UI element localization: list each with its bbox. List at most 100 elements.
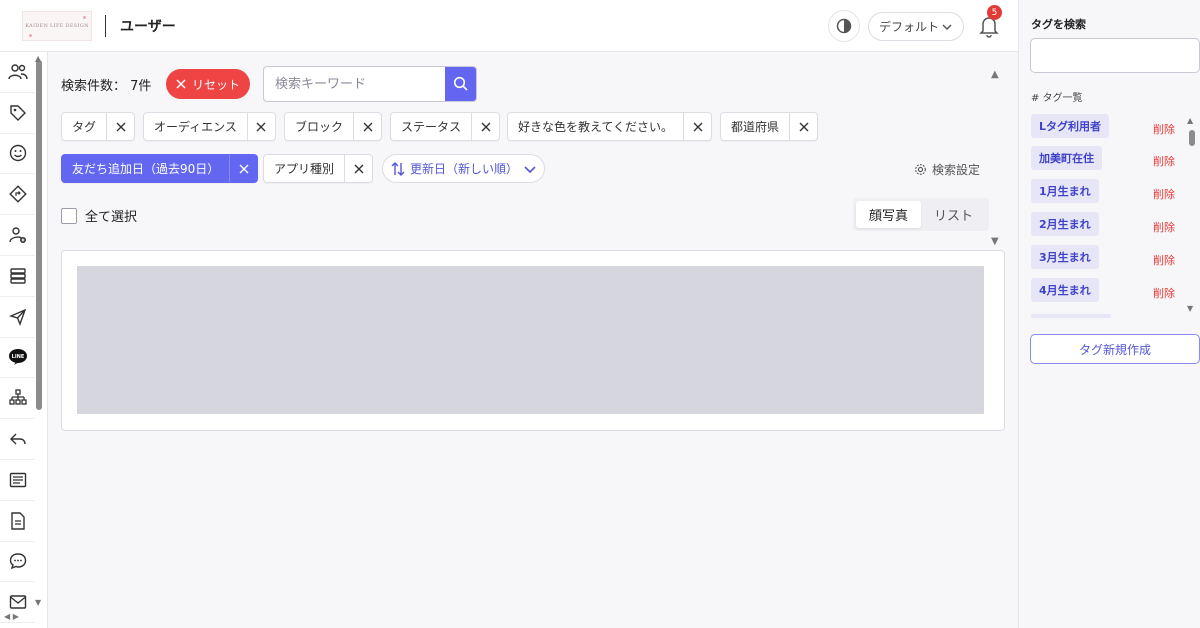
- filter-chip-friend-added-date[interactable]: 友だち追加日（過去90日）: [61, 154, 259, 183]
- tag-pill[interactable]: 2月生まれ: [1031, 212, 1099, 236]
- search-input[interactable]: [264, 67, 445, 101]
- view-option-photo[interactable]: 顔写真: [856, 201, 921, 228]
- filter-chip-label: 好きな色を教えてください。: [518, 120, 674, 134]
- remove-filter-button[interactable]: [789, 113, 817, 140]
- remove-filter-button[interactable]: [246, 113, 275, 140]
- sidebar-item-reply[interactable]: [0, 419, 35, 460]
- line-icon-label: LINE: [11, 354, 24, 360]
- sidebar-item-document[interactable]: [0, 501, 35, 542]
- select-all-checkbox[interactable]: [61, 207, 77, 224]
- scroll-up-arrow-icon[interactable]: ▲: [1187, 116, 1193, 125]
- remove-filter-button[interactable]: [471, 113, 499, 140]
- close-icon: [116, 122, 126, 131]
- view-option-list[interactable]: リスト: [921, 201, 986, 228]
- user-card-container: [61, 250, 1005, 431]
- search-settings-link[interactable]: 検索設定: [914, 161, 980, 178]
- close-icon: [256, 122, 266, 131]
- sidebar-item-friends[interactable]: [0, 134, 35, 175]
- line-icon: LINE: [8, 349, 27, 366]
- tag-list-title: # タグ一覧: [1031, 93, 1083, 104]
- scroll-down-arrow-icon[interactable]: ▼: [35, 598, 41, 607]
- view-toggle: 顔写真 リスト: [853, 198, 989, 231]
- users-icon: [7, 64, 28, 80]
- mail-icon: [9, 595, 26, 609]
- filter-chip-favorite-color[interactable]: 好きな色を教えてください。: [507, 112, 713, 141]
- sidebar-item-send[interactable]: [0, 297, 35, 338]
- sidebar-item-users[interactable]: [0, 52, 35, 93]
- scroll-down-arrow-icon[interactable]: ▼: [991, 236, 999, 247]
- filter-chip-tag[interactable]: タグ: [61, 112, 136, 141]
- gear-icon: [915, 164, 926, 175]
- delete-tag-button[interactable]: 削除: [1153, 219, 1175, 235]
- sidebar-item-tags[interactable]: [0, 93, 35, 134]
- filter-chip-block[interactable]: ブロック: [284, 112, 383, 141]
- tag-list-item: 1月生まれ 削除: [1031, 179, 1187, 205]
- send-icon: [8, 308, 26, 326]
- header-divider: [105, 15, 106, 37]
- delete-tag-button[interactable]: 削除: [1153, 252, 1175, 268]
- logo-text: KAIDEN LIFE DESIGN: [25, 23, 89, 29]
- delete-tag-button[interactable]: 削除: [1153, 186, 1175, 202]
- remove-filter-button[interactable]: [344, 155, 372, 182]
- delete-tag-button[interactable]: 削除: [1153, 285, 1175, 301]
- contrast-icon: [836, 18, 852, 34]
- remove-filter-button[interactable]: [106, 113, 134, 140]
- delete-tag-button[interactable]: 削除: [1153, 121, 1175, 137]
- logo-dot: [29, 34, 32, 37]
- brand-logo[interactable]: KAIDEN LIFE DESIGN: [22, 11, 92, 41]
- sidebar-item-routes[interactable]: [0, 174, 35, 216]
- scroll-up-arrow-icon[interactable]: ▲: [35, 54, 41, 63]
- create-tag-button[interactable]: タグ新規作成: [1030, 334, 1200, 364]
- smile-icon: [9, 145, 26, 162]
- filter-chip-audience[interactable]: オーディエンス: [143, 112, 276, 141]
- tag-pill[interactable]: 3月生まれ: [1031, 245, 1099, 269]
- sidebar-item-list[interactable]: [0, 460, 35, 501]
- filter-chip-label: タグ: [72, 120, 97, 134]
- theme-toggle-button[interactable]: [828, 10, 860, 42]
- scroll-horizontal-arrows-icon[interactable]: ◀ ▶: [4, 612, 19, 621]
- remove-filter-button[interactable]: [353, 113, 381, 140]
- preset-select[interactable]: デフォルト: [868, 12, 964, 41]
- close-icon: [176, 79, 186, 89]
- filter-chip-status[interactable]: ステータス: [390, 112, 501, 141]
- tag-search-input[interactable]: [1030, 38, 1200, 73]
- filter-chip-label: オーディエンス: [154, 120, 237, 134]
- select-all[interactable]: 全て選択: [61, 206, 137, 225]
- logo-dot: [83, 16, 86, 19]
- reset-button[interactable]: リセット: [166, 69, 250, 99]
- filter-chip-prefecture[interactable]: 都道府県: [720, 112, 819, 141]
- tag-pill[interactable]: Lタグ利用者: [1031, 114, 1110, 138]
- sidebar-item-chat[interactable]: [0, 542, 35, 583]
- database-icon: [9, 268, 26, 284]
- sort-arrows-icon: [391, 161, 405, 176]
- tag-pill[interactable]: 加美町在住: [1031, 146, 1102, 170]
- filter-chip-app-type[interactable]: アプリ種別: [263, 154, 374, 183]
- sidebar-item-data[interactable]: [0, 256, 35, 297]
- sidebar-item-add-user[interactable]: [0, 215, 35, 256]
- sidebar-scrollbar[interactable]: [36, 60, 42, 410]
- chevron-down-icon: [524, 165, 536, 173]
- result-count-label: 検索件数：: [61, 79, 127, 94]
- sort-dropdown[interactable]: 更新日（新しい順）: [382, 154, 545, 183]
- tag-icon: [9, 104, 26, 121]
- route-icon: [8, 185, 27, 204]
- sidebar-item-line[interactable]: LINE: [0, 338, 35, 379]
- chat-icon: [9, 553, 26, 570]
- scroll-up-arrow-icon[interactable]: ▲: [991, 69, 999, 80]
- remove-filter-button[interactable]: [683, 113, 711, 140]
- search-button[interactable]: [445, 67, 476, 101]
- delete-tag-button[interactable]: 削除: [1153, 153, 1175, 169]
- filter-chip-label: アプリ種別: [274, 162, 335, 176]
- tag-pill[interactable]: 1月生まれ: [1031, 179, 1099, 203]
- scroll-down-arrow-icon[interactable]: ▼: [1187, 304, 1193, 313]
- sidebar: LINE ▲ ▼ ◀ ▶: [0, 52, 48, 628]
- tag-pill[interactable]: 4月生まれ: [1031, 278, 1099, 302]
- search-icon: [453, 76, 468, 91]
- filter-chip-label: 友だち追加日（過去90日）: [72, 162, 220, 176]
- tag-list-item: 加美町在住 削除: [1031, 146, 1187, 172]
- tag-list-scrollbar[interactable]: [1189, 130, 1195, 146]
- sidebar-item-sitemap[interactable]: [0, 378, 35, 420]
- tag-list-item: Lタグ利用者 削除: [1031, 114, 1187, 140]
- page-title: ユーザー: [120, 19, 176, 35]
- remove-filter-button[interactable]: [229, 155, 257, 182]
